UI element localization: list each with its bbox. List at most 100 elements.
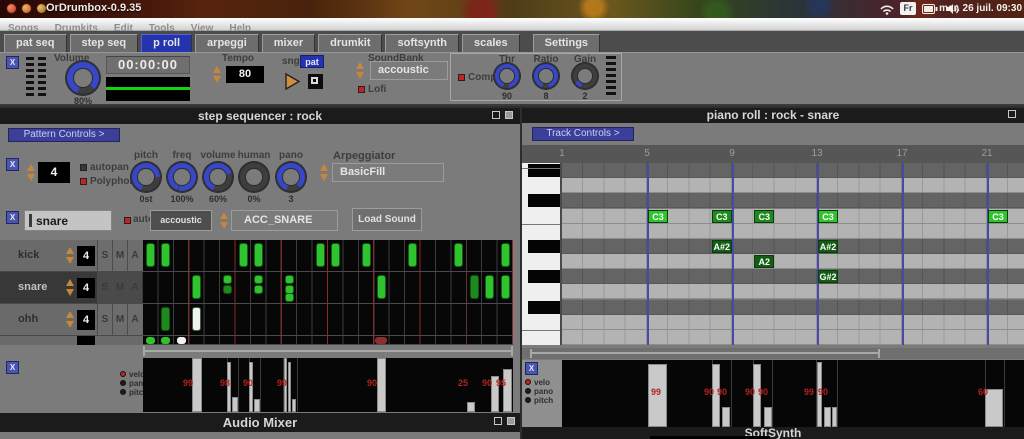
step-note[interactable] bbox=[146, 243, 155, 267]
pattern-controls-button[interactable]: Pattern Controls > bbox=[8, 128, 120, 142]
tab-softsynth[interactable]: softsynth bbox=[385, 34, 459, 53]
close-toolbar-button[interactable]: X bbox=[6, 56, 19, 69]
velocity-bar[interactable] bbox=[377, 358, 386, 412]
tempo-value[interactable]: 80 bbox=[226, 66, 264, 83]
close-velocity-button[interactable]: X bbox=[6, 361, 19, 374]
piano-roll-row-Cs3[interactable] bbox=[562, 193, 1024, 208]
velocity-bar[interactable] bbox=[254, 399, 260, 412]
pattern-count-value[interactable]: 4 bbox=[38, 162, 70, 183]
load-sound-button[interactable]: Load Sound bbox=[352, 208, 422, 231]
piano-keys[interactable] bbox=[522, 163, 562, 345]
track-m-button[interactable]: M bbox=[112, 240, 127, 271]
step-note[interactable] bbox=[161, 243, 170, 267]
soundbank-stepper[interactable] bbox=[356, 62, 365, 79]
track-a-button[interactable]: A bbox=[127, 240, 142, 271]
arpeggiator-value[interactable]: BasicFill bbox=[332, 163, 444, 182]
step-note[interactable] bbox=[177, 337, 186, 344]
piano-roll-note[interactable]: C3 bbox=[712, 210, 732, 223]
step-note[interactable] bbox=[316, 243, 325, 267]
velocity-bar[interactable] bbox=[292, 399, 296, 412]
piano-roll-row-G2[interactable] bbox=[562, 284, 1024, 299]
step-note[interactable] bbox=[331, 243, 340, 267]
close-pattern-row-button[interactable]: X bbox=[6, 158, 19, 171]
piano-roll-row-Fs2[interactable] bbox=[562, 300, 1024, 315]
step-note[interactable] bbox=[377, 275, 386, 299]
radio-pitch[interactable] bbox=[525, 397, 531, 403]
window-restore-icon[interactable] bbox=[1008, 110, 1016, 118]
step-grid-scrollbar[interactable] bbox=[143, 346, 513, 356]
radio-pano[interactable] bbox=[525, 388, 531, 394]
step-grid-row[interactable] bbox=[143, 304, 513, 336]
window-restore-icon[interactable] bbox=[492, 111, 500, 119]
step-note[interactable] bbox=[485, 275, 494, 299]
auto-checkbox[interactable] bbox=[124, 217, 131, 224]
step-note[interactable] bbox=[285, 293, 294, 302]
step-note[interactable] bbox=[362, 243, 371, 267]
velocity-bar[interactable] bbox=[722, 407, 730, 427]
close-velocity-button[interactable]: X bbox=[525, 362, 538, 375]
step-note[interactable] bbox=[501, 275, 510, 299]
stop-button[interactable] bbox=[308, 74, 323, 89]
step-note[interactable] bbox=[501, 243, 510, 267]
velocity-bar[interactable] bbox=[824, 407, 831, 427]
sample-stepper[interactable] bbox=[220, 212, 229, 229]
piano-roll-note[interactable]: G#2 bbox=[818, 270, 838, 283]
window-maximize-icon[interactable] bbox=[507, 417, 515, 425]
radio-velo[interactable] bbox=[525, 379, 531, 385]
track-count-value[interactable]: 4 bbox=[77, 246, 95, 266]
velocity-bar[interactable] bbox=[288, 362, 291, 412]
step-note[interactable] bbox=[254, 285, 263, 294]
pat-mode-button[interactable]: pat bbox=[300, 55, 324, 68]
step-note[interactable] bbox=[239, 243, 248, 267]
piano-roll-row-D3[interactable] bbox=[562, 178, 1024, 193]
velocity-bar[interactable] bbox=[192, 358, 202, 412]
network-icon[interactable] bbox=[880, 4, 894, 15]
step-grid-row[interactable] bbox=[143, 240, 513, 272]
autopan-checkbox[interactable] bbox=[80, 164, 87, 171]
tab-step-seq[interactable]: step seq bbox=[70, 34, 139, 53]
piano-roll-row-A2[interactable] bbox=[562, 254, 1024, 269]
track-a-button[interactable]: A bbox=[127, 272, 142, 303]
comp-checkbox[interactable] bbox=[458, 74, 465, 81]
track-a-button[interactable]: A bbox=[127, 304, 142, 335]
tab-p-roll[interactable]: p roll bbox=[141, 34, 192, 53]
step-note[interactable] bbox=[192, 275, 201, 299]
keyboard-layout-indicator[interactable]: Fr bbox=[900, 2, 916, 15]
radio-velo[interactable] bbox=[120, 371, 126, 377]
piano-roll-scrollbar[interactable] bbox=[522, 348, 1024, 359]
piano-roll-row-Ds3[interactable] bbox=[562, 163, 1024, 178]
piano-roll-note[interactable]: C3 bbox=[988, 210, 1008, 223]
tab-pat-seq[interactable]: pat seq bbox=[4, 34, 67, 53]
tab-drumkit[interactable]: drumkit bbox=[318, 34, 382, 53]
step-note[interactable] bbox=[161, 307, 170, 331]
step-note[interactable] bbox=[254, 275, 263, 284]
play-button[interactable] bbox=[283, 72, 301, 91]
track-count-value[interactable]: 4 bbox=[77, 278, 95, 298]
sng-label[interactable]: sng bbox=[282, 56, 300, 67]
step-note[interactable] bbox=[192, 307, 201, 331]
polyphonic-checkbox[interactable] bbox=[80, 178, 87, 185]
bank-select-button[interactable]: accoustic bbox=[150, 210, 212, 231]
sample-name-field[interactable]: ACC_SNARE bbox=[231, 210, 338, 231]
lofi-checkbox[interactable] bbox=[358, 86, 365, 93]
piano-roll-note[interactable]: A#2 bbox=[712, 240, 732, 253]
piano-roll-row-B2[interactable] bbox=[562, 224, 1024, 239]
close-track-edit-button[interactable]: X bbox=[6, 211, 19, 224]
velocity-bar[interactable] bbox=[503, 369, 512, 412]
velocity-bar[interactable] bbox=[764, 407, 772, 427]
piano-roll-row-As2[interactable] bbox=[562, 239, 1024, 254]
step-note[interactable] bbox=[470, 275, 479, 299]
piano-black-key[interactable] bbox=[528, 301, 560, 314]
piano-roll-ruler[interactable] bbox=[522, 145, 1024, 163]
track-controls-button[interactable]: Track Controls > bbox=[532, 127, 634, 141]
piano-roll-note[interactable]: C3 bbox=[818, 210, 838, 223]
track-m-button[interactable]: M bbox=[112, 304, 127, 335]
piano-roll-note[interactable]: C3 bbox=[754, 210, 774, 223]
window-maximize-icon[interactable] bbox=[505, 111, 513, 119]
track-count-value[interactable]: 4 bbox=[77, 310, 95, 330]
velocity-bar[interactable] bbox=[832, 407, 837, 427]
step-note[interactable] bbox=[454, 243, 463, 267]
piano-roll-note[interactable]: C3 bbox=[648, 210, 668, 223]
minimize-icon[interactable] bbox=[21, 3, 32, 14]
step-note[interactable] bbox=[146, 337, 155, 344]
